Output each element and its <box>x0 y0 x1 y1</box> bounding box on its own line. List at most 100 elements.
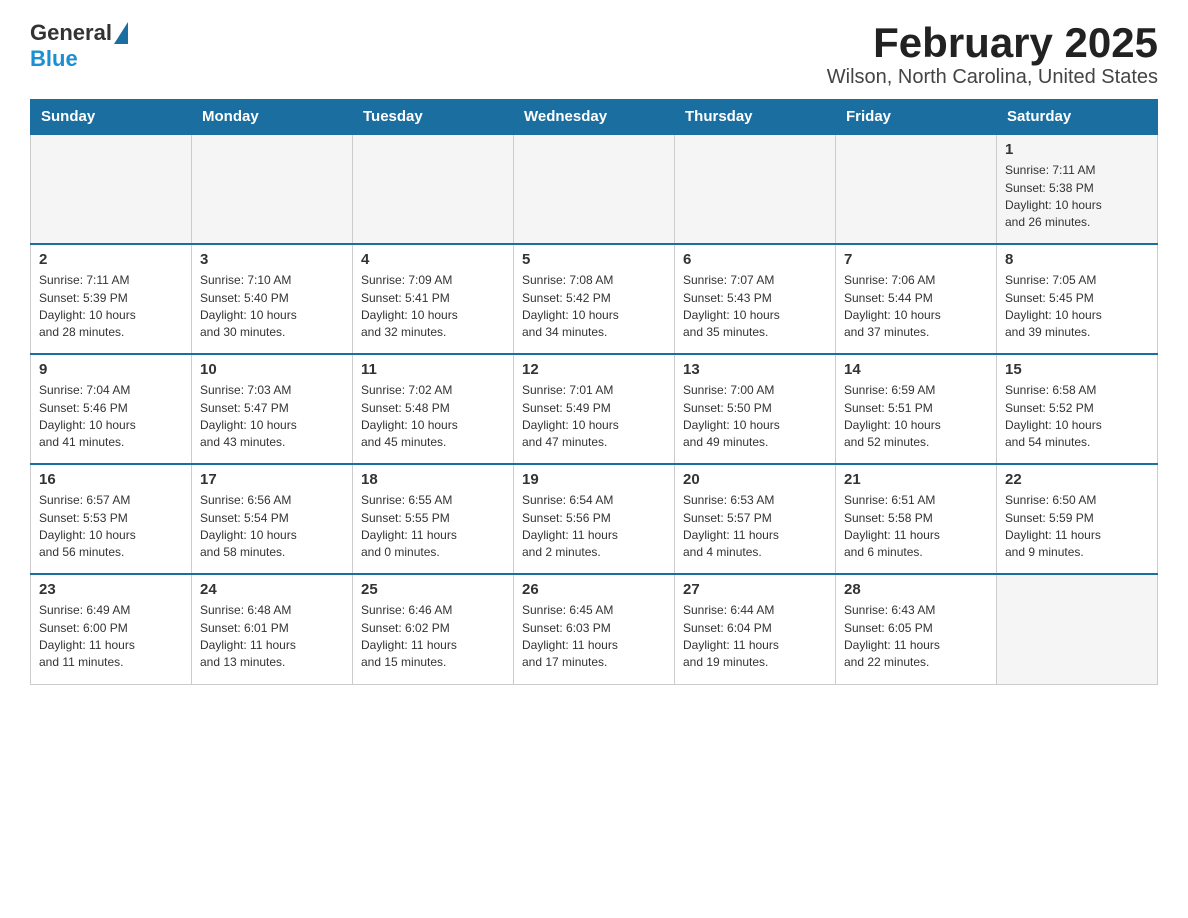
day-number: 23 <box>39 581 183 598</box>
day-number: 7 <box>844 251 988 268</box>
calendar-cell: 10 Sunrise: 7:03 AMSunset: 5:47 PMDayligh… <box>192 354 353 464</box>
day-info: Sunrise: 7:09 AMSunset: 5:41 PMDaylight:… <box>361 272 505 342</box>
calendar-table: SundayMondayTuesdayWednesdayThursdayFrid… <box>30 99 1158 685</box>
day-number: 11 <box>361 361 505 378</box>
day-number: 16 <box>39 471 183 488</box>
day-number: 12 <box>522 361 666 378</box>
calendar-cell: 5 Sunrise: 7:08 AMSunset: 5:42 PMDaylight… <box>514 244 675 354</box>
calendar-cell: 19Sunrise: 6:54 AMSunset: 5:56 PMDayligh… <box>514 464 675 574</box>
weekday-header-row: SundayMondayTuesdayWednesdayThursdayFrid… <box>31 100 1158 135</box>
calendar-cell <box>353 134 514 244</box>
calendar-cell: 4 Sunrise: 7:09 AMSunset: 5:41 PMDaylight… <box>353 244 514 354</box>
day-info: Sunrise: 6:45 AMSunset: 6:03 PMDaylight:… <box>522 602 666 672</box>
calendar-cell: 2 Sunrise: 7:11 AMSunset: 5:39 PMDaylight… <box>31 244 192 354</box>
calendar-cell: 17Sunrise: 6:56 AMSunset: 5:54 PMDayligh… <box>192 464 353 574</box>
calendar-body: 1 Sunrise: 7:11 AMSunset: 5:38 PMDaylight… <box>31 134 1158 684</box>
calendar-cell: 22 Sunrise: 6:50 AMSunset: 5:59 PMDayligh… <box>997 464 1158 574</box>
day-info: Sunrise: 7:11 AMSunset: 5:39 PMDaylight:… <box>39 272 183 342</box>
calendar-cell <box>997 574 1158 684</box>
calendar-week-2: 2 Sunrise: 7:11 AMSunset: 5:39 PMDaylight… <box>31 244 1158 354</box>
calendar-cell: 6 Sunrise: 7:07 AMSunset: 5:43 PMDaylight… <box>675 244 836 354</box>
day-info: Sunrise: 7:07 AMSunset: 5:43 PMDaylight:… <box>683 272 827 342</box>
day-number: 1 <box>1005 141 1149 158</box>
day-info: Sunrise: 7:01 AMSunset: 5:49 PMDaylight:… <box>522 382 666 452</box>
calendar-cell: 18 Sunrise: 6:55 AMSunset: 5:55 PMDayligh… <box>353 464 514 574</box>
day-number: 22 <box>1005 471 1149 488</box>
day-info: Sunrise: 6:55 AMSunset: 5:55 PMDaylight:… <box>361 492 505 562</box>
calendar-cell: 11 Sunrise: 7:02 AMSunset: 5:48 PMDayligh… <box>353 354 514 464</box>
calendar-week-1: 1 Sunrise: 7:11 AMSunset: 5:38 PMDaylight… <box>31 134 1158 244</box>
weekday-header-wednesday: Wednesday <box>514 100 675 135</box>
weekday-header-sunday: Sunday <box>31 100 192 135</box>
calendar-week-3: 9 Sunrise: 7:04 AMSunset: 5:46 PMDaylight… <box>31 354 1158 464</box>
calendar-cell: 15 Sunrise: 6:58 AMSunset: 5:52 PMDayligh… <box>997 354 1158 464</box>
calendar-cell <box>31 134 192 244</box>
calendar-cell: 25Sunrise: 6:46 AMSunset: 6:02 PMDayligh… <box>353 574 514 684</box>
day-info: Sunrise: 7:06 AMSunset: 5:44 PMDaylight:… <box>844 272 988 342</box>
day-info: Sunrise: 7:11 AMSunset: 5:38 PMDaylight:… <box>1005 162 1149 232</box>
logo: General Blue <box>30 20 130 72</box>
day-number: 6 <box>683 251 827 268</box>
day-info: Sunrise: 6:46 AMSunset: 6:02 PMDaylight:… <box>361 602 505 672</box>
calendar-week-5: 23 Sunrise: 6:49 AMSunset: 6:00 PMDayligh… <box>31 574 1158 684</box>
day-info: Sunrise: 6:59 AMSunset: 5:51 PMDaylight:… <box>844 382 988 452</box>
day-number: 5 <box>522 251 666 268</box>
day-info: Sunrise: 6:50 AMSunset: 5:59 PMDaylight:… <box>1005 492 1149 562</box>
day-info: Sunrise: 7:04 AMSunset: 5:46 PMDaylight:… <box>39 382 183 452</box>
title-block: February 2025 Wilson, North Carolina, Un… <box>827 20 1158 89</box>
calendar-cell: 8Sunrise: 7:05 AMSunset: 5:45 PMDaylight… <box>997 244 1158 354</box>
day-info: Sunrise: 6:53 AMSunset: 5:57 PMDaylight:… <box>683 492 827 562</box>
calendar-cell: 16Sunrise: 6:57 AMSunset: 5:53 PMDayligh… <box>31 464 192 574</box>
day-info: Sunrise: 7:08 AMSunset: 5:42 PMDaylight:… <box>522 272 666 342</box>
weekday-header-saturday: Saturday <box>997 100 1158 135</box>
day-number: 9 <box>39 361 183 378</box>
day-info: Sunrise: 6:51 AMSunset: 5:58 PMDaylight:… <box>844 492 988 562</box>
day-number: 26 <box>522 581 666 598</box>
calendar-cell: 21 Sunrise: 6:51 AMSunset: 5:58 PMDayligh… <box>836 464 997 574</box>
day-number: 2 <box>39 251 183 268</box>
calendar-cell <box>514 134 675 244</box>
calendar-cell <box>192 134 353 244</box>
day-number: 15 <box>1005 361 1149 378</box>
day-number: 19 <box>522 471 666 488</box>
day-info: Sunrise: 6:48 AMSunset: 6:01 PMDaylight:… <box>200 602 344 672</box>
day-number: 10 <box>200 361 344 378</box>
logo-blue-text: Blue <box>30 46 78 72</box>
calendar-cell: 7 Sunrise: 7:06 AMSunset: 5:44 PMDaylight… <box>836 244 997 354</box>
day-number: 3 <box>200 251 344 268</box>
day-info: Sunrise: 7:00 AMSunset: 5:50 PMDaylight:… <box>683 382 827 452</box>
page-subtitle: Wilson, North Carolina, United States <box>827 66 1158 89</box>
day-info: Sunrise: 6:44 AMSunset: 6:04 PMDaylight:… <box>683 602 827 672</box>
logo-general-text: General <box>30 20 112 46</box>
calendar-cell: 1 Sunrise: 7:11 AMSunset: 5:38 PMDaylight… <box>997 134 1158 244</box>
day-number: 20 <box>683 471 827 488</box>
logo-triangle-icon <box>114 22 128 44</box>
calendar-cell: 9 Sunrise: 7:04 AMSunset: 5:46 PMDaylight… <box>31 354 192 464</box>
day-number: 13 <box>683 361 827 378</box>
day-info: Sunrise: 6:58 AMSunset: 5:52 PMDaylight:… <box>1005 382 1149 452</box>
day-number: 24 <box>200 581 344 598</box>
weekday-header-tuesday: Tuesday <box>353 100 514 135</box>
calendar-cell: 27 Sunrise: 6:44 AMSunset: 6:04 PMDayligh… <box>675 574 836 684</box>
calendar-cell <box>675 134 836 244</box>
day-info: Sunrise: 6:49 AMSunset: 6:00 PMDaylight:… <box>39 602 183 672</box>
day-number: 4 <box>361 251 505 268</box>
day-number: 28 <box>844 581 988 598</box>
day-info: Sunrise: 7:03 AMSunset: 5:47 PMDaylight:… <box>200 382 344 452</box>
day-number: 14 <box>844 361 988 378</box>
day-number: 17 <box>200 471 344 488</box>
weekday-header-friday: Friday <box>836 100 997 135</box>
calendar-cell: 24 Sunrise: 6:48 AMSunset: 6:01 PMDayligh… <box>192 574 353 684</box>
page-header: General Blue February 2025 Wilson, North… <box>30 20 1158 89</box>
calendar-cell <box>836 134 997 244</box>
day-info: Sunrise: 7:02 AMSunset: 5:48 PMDaylight:… <box>361 382 505 452</box>
weekday-header-thursday: Thursday <box>675 100 836 135</box>
day-number: 18 <box>361 471 505 488</box>
weekday-header-monday: Monday <box>192 100 353 135</box>
calendar-header: SundayMondayTuesdayWednesdayThursdayFrid… <box>31 100 1158 135</box>
day-info: Sunrise: 7:05 AMSunset: 5:45 PMDaylight:… <box>1005 272 1149 342</box>
calendar-cell: 3Sunrise: 7:10 AMSunset: 5:40 PMDaylight… <box>192 244 353 354</box>
day-number: 27 <box>683 581 827 598</box>
day-info: Sunrise: 6:43 AMSunset: 6:05 PMDaylight:… <box>844 602 988 672</box>
day-number: 21 <box>844 471 988 488</box>
